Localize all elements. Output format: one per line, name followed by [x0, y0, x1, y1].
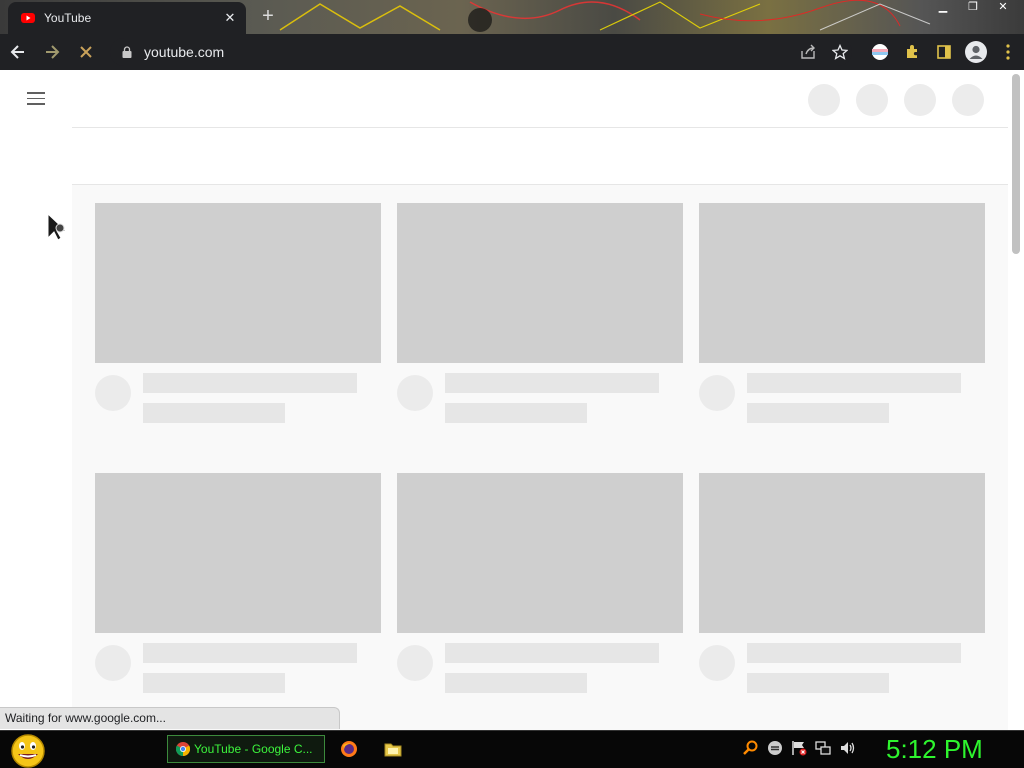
taskbar: YouTube - Google C... 5:12 PM: [0, 730, 1024, 768]
video-card-skeleton[interactable]: [95, 473, 381, 713]
toolbar-actions: [792, 34, 1024, 70]
video-card-skeleton[interactable]: [699, 203, 985, 443]
channel-avatar-skeleton: [699, 645, 735, 681]
page-scrollbar[interactable]: [1012, 74, 1020, 254]
video-meta-skeleton: [95, 633, 381, 713]
video-meta-skeleton: [397, 633, 683, 713]
thumbnail-skeleton: [699, 473, 985, 633]
window-controls: ▁ ❐ ✕: [928, 0, 1018, 16]
channel-avatar-skeleton: [397, 375, 433, 411]
puzzle-icon[interactable]: [896, 36, 928, 68]
taskbar-window-label: YouTube - Google C...: [194, 742, 313, 756]
taskbar-chrome-window[interactable]: YouTube - Google C...: [167, 735, 325, 763]
thumbnail-skeleton: [397, 473, 683, 633]
page-viewport: [0, 70, 1024, 730]
volume-icon[interactable]: [838, 739, 856, 757]
busy-cursor-icon: [47, 212, 68, 241]
video-card-skeleton[interactable]: [397, 473, 683, 713]
messenger-icon[interactable]: [766, 739, 784, 757]
system-tray: [742, 739, 856, 757]
subtitle-skeleton: [747, 403, 889, 423]
youtube-favicon: [20, 10, 36, 26]
thumbnail-skeleton: [95, 203, 381, 363]
share-icon[interactable]: [792, 36, 824, 68]
network-icon[interactable]: [814, 739, 832, 757]
search-icon[interactable]: [742, 739, 760, 757]
video-meta-skeleton: [397, 363, 683, 443]
address-bar[interactable]: youtube.com: [110, 38, 852, 66]
video-card-skeleton[interactable]: [95, 203, 381, 443]
video-meta-skeleton: [95, 363, 381, 443]
title-skeleton: [747, 643, 961, 663]
thumbnail-skeleton: [699, 203, 985, 363]
video-meta-skeleton: [699, 363, 985, 443]
subtitle-skeleton: [143, 673, 285, 693]
channel-avatar-skeleton: [95, 645, 131, 681]
subtitle-skeleton: [445, 673, 587, 693]
browser-tab-youtube[interactable]: YouTube ✕: [8, 2, 246, 34]
chrome-icon: [176, 742, 190, 756]
close-icon[interactable]: ✕: [988, 0, 1018, 16]
tab-title: YouTube: [44, 11, 92, 25]
skeleton-circle: [808, 84, 840, 116]
title-skeleton: [747, 373, 961, 393]
status-bubble: Waiting for www.google.com...: [0, 707, 340, 729]
title-skeleton: [143, 643, 357, 663]
thumbnail-skeleton: [397, 203, 683, 363]
title-skeleton: [445, 373, 659, 393]
extension-flag-icon[interactable]: [864, 36, 896, 68]
flag-icon[interactable]: [790, 739, 808, 757]
lock-icon[interactable]: [120, 45, 134, 59]
thumbnail-skeleton: [95, 473, 381, 633]
title-skeleton: [143, 373, 357, 393]
video-grid-skeleton: [72, 185, 1008, 730]
more-vert-icon[interactable]: [992, 36, 1024, 68]
profile-icon[interactable]: [960, 36, 992, 68]
tab-strip: YouTube ✕ + ▁ ❐ ✕: [0, 0, 1024, 34]
video-meta-skeleton: [699, 633, 985, 713]
skeleton-circle: [856, 84, 888, 116]
taskbar-clock[interactable]: 5:12 PM: [886, 734, 983, 765]
folder-icon[interactable]: [383, 739, 403, 759]
video-card-skeleton[interactable]: [397, 203, 683, 443]
browser-toolbar: youtube.com: [0, 34, 1024, 70]
subtitle-skeleton: [143, 403, 285, 423]
restore-icon[interactable]: ❐: [958, 0, 988, 16]
hamburger-menu-icon[interactable]: [24, 88, 48, 108]
firefox-icon[interactable]: [339, 739, 359, 759]
channel-avatar-skeleton: [95, 375, 131, 411]
title-skeleton: [445, 643, 659, 663]
masthead-skeleton-buttons: [808, 84, 984, 116]
arrow-left-icon[interactable]: [2, 36, 34, 68]
sidepanel-icon[interactable]: [928, 36, 960, 68]
skeleton-circle: [904, 84, 936, 116]
video-card-skeleton[interactable]: [699, 473, 985, 713]
star-icon[interactable]: [824, 36, 856, 68]
masthead-divider: [72, 127, 1008, 128]
stop-loading-icon[interactable]: [70, 36, 102, 68]
arrow-right-icon[interactable]: [36, 36, 68, 68]
start-button[interactable]: [9, 733, 47, 768]
url-text[interactable]: youtube.com: [144, 44, 224, 60]
subtitle-skeleton: [445, 403, 587, 423]
channel-avatar-skeleton: [699, 375, 735, 411]
channel-avatar-skeleton: [397, 645, 433, 681]
minimize-icon[interactable]: ▁: [928, 0, 958, 16]
plus-icon[interactable]: +: [258, 6, 278, 27]
close-icon[interactable]: ✕: [222, 10, 238, 26]
subtitle-skeleton: [747, 673, 889, 693]
skeleton-circle: [952, 84, 984, 116]
